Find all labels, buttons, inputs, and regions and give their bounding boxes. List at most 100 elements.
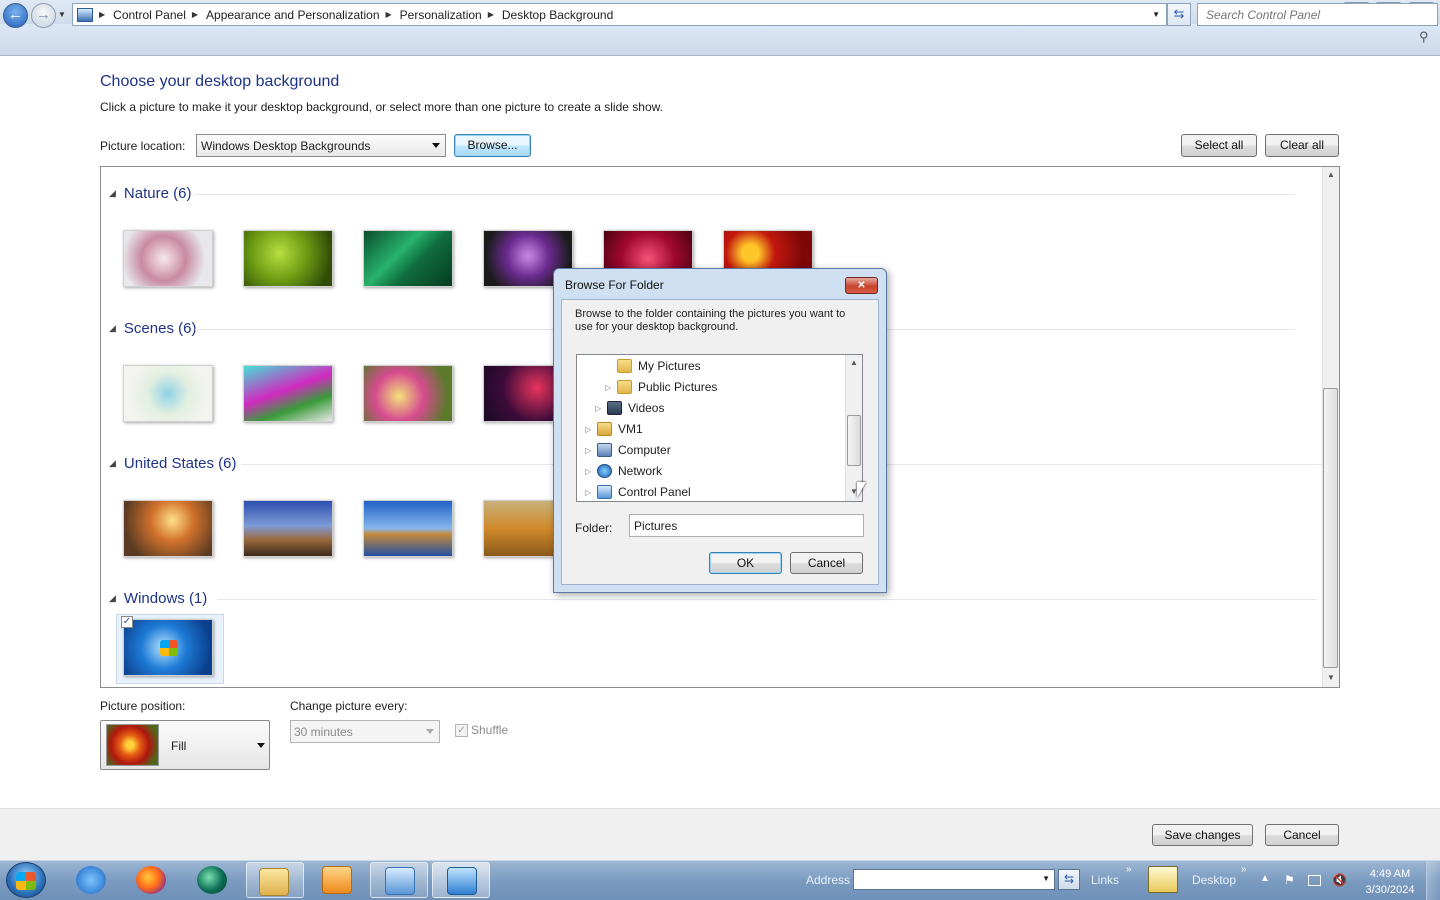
select-checkbox[interactable]: ✓ [121, 616, 133, 628]
group-label: United States (6) [123, 455, 237, 472]
back-button[interactable]: ← [3, 3, 28, 28]
dialog-cancel-button[interactable]: Cancel [790, 552, 863, 574]
thumbnail-us-3[interactable] [363, 500, 453, 557]
desktop-toolbar-label[interactable]: Desktop [1192, 873, 1236, 887]
expand-icon[interactable]: ▷ [585, 425, 597, 434]
taskbar-internet-explorer[interactable] [62, 862, 120, 898]
thumbnail-scenes-3[interactable] [363, 365, 453, 422]
folder-input[interactable]: Pictures [629, 514, 864, 537]
thumbnail-nature-2[interactable] [243, 230, 333, 287]
chevron-down-icon[interactable]: ▼ [1042, 874, 1050, 883]
taskbar-control-panel[interactable] [370, 862, 428, 898]
folder-icon [617, 380, 632, 394]
thumbnail-nature-1[interactable] [123, 230, 213, 287]
thumbnail-windows-1[interactable] [123, 619, 213, 676]
picture-location-select[interactable]: Windows Desktop Backgrounds [196, 134, 446, 157]
chevron-down-icon[interactable] [257, 743, 265, 748]
chevron-down-icon[interactable]: ▼ [1152, 10, 1160, 19]
address-bar[interactable]: ▶ Control Panel ▶ Appearance and Persona… [72, 3, 1167, 26]
collapse-icon: ◢ [109, 323, 116, 333]
browse-button[interactable]: Browse... [454, 134, 531, 157]
dialog-instructions: Browse to the folder containing the pict… [575, 308, 846, 333]
taskbar-go-button[interactable]: ⇆ [1058, 869, 1080, 890]
mouse-cursor-icon [857, 482, 866, 498]
links-toolbar-label[interactable]: Links [1091, 873, 1119, 887]
clock[interactable]: 4:49 AM 3/30/2024 [1364, 866, 1416, 898]
group-label: Windows (1) [123, 590, 208, 607]
change-interval-select[interactable]: 30 minutes [290, 720, 440, 743]
taskbar-media-player[interactable] [308, 862, 366, 898]
tree-item-my-pictures[interactable]: My Pictures [605, 356, 701, 376]
dialog-close-button[interactable]: ✕ [845, 277, 878, 294]
taskbar-app-3[interactable] [183, 862, 241, 898]
recent-pages-dropdown[interactable]: ▼ [58, 10, 66, 19]
chevron-right-icon[interactable]: ▶ [386, 10, 392, 19]
collapse-icon: ◢ [109, 188, 116, 198]
chevron-right-icon[interactable]: ▶ [99, 10, 105, 19]
taskbar-personalization[interactable] [432, 862, 490, 898]
thumbnail-scenes-1[interactable] [123, 365, 213, 422]
taskbar-address-input[interactable]: ▼ [853, 869, 1055, 890]
thumbnail-us-2[interactable] [243, 500, 333, 557]
group-label: Scenes (6) [123, 320, 197, 337]
show-hidden-icons[interactable]: ▲ [1260, 873, 1270, 884]
breadcrumb-control-panel[interactable]: Control Panel [113, 8, 186, 22]
expand-icon[interactable]: ▷ [585, 467, 597, 476]
group-header-windows[interactable]: ◢ Windows (1) [109, 590, 207, 607]
ok-button[interactable]: OK [709, 552, 782, 574]
search-input[interactable]: Search Control Panel [1197, 3, 1438, 26]
taskbar-firefox[interactable] [122, 862, 180, 898]
clear-all-button[interactable]: Clear all [1265, 134, 1339, 157]
select-all-button[interactable]: Select all [1181, 134, 1257, 157]
scroll-up-icon[interactable]: ▲ [850, 358, 858, 367]
breadcrumb-personalization[interactable]: Personalization [400, 8, 482, 22]
shuffle-checkbox[interactable]: ✓ [455, 724, 468, 737]
group-header-united-states[interactable]: ◢ United States (6) [109, 455, 236, 472]
group-header-nature[interactable]: ◢ Nature (6) [109, 185, 191, 202]
chevron-more-icon[interactable]: » [1241, 864, 1247, 875]
thumbnail-us-1[interactable] [123, 500, 213, 557]
taskbar-explorer[interactable] [246, 862, 304, 898]
thumbnail-nature-3[interactable] [363, 230, 453, 287]
taskbar-notepad-icon[interactable] [1148, 866, 1178, 893]
expand-icon[interactable]: ▷ [585, 488, 597, 497]
control-panel-icon [597, 485, 612, 499]
breadcrumb-appearance[interactable]: Appearance and Personalization [206, 8, 379, 22]
tree-item-control-panel[interactable]: ▷ Control Panel [585, 482, 691, 501]
network-tray-icon[interactable] [1308, 875, 1321, 886]
tree-item-videos[interactable]: ▷ Videos [595, 398, 664, 418]
tree-item-computer[interactable]: ▷ Computer [585, 440, 671, 460]
expand-icon[interactable]: ▷ [605, 383, 617, 392]
breadcrumb-desktop-background[interactable]: Desktop Background [502, 8, 613, 22]
tree-item-public-pictures[interactable]: ▷ Public Pictures [605, 377, 717, 397]
refresh-icon: ⇆ [1173, 6, 1185, 21]
expand-icon[interactable]: ▷ [595, 404, 607, 413]
scroll-up-icon[interactable]: ▲ [1327, 170, 1335, 179]
scroll-down-icon[interactable]: ▼ [1327, 673, 1335, 682]
refresh-button[interactable]: ⇆ [1167, 3, 1191, 26]
search-icon[interactable]: ⚲ [1419, 29, 1429, 45]
chevron-right-icon[interactable]: ▶ [488, 10, 494, 19]
user-folder-icon [597, 422, 612, 436]
tree-scroll-thumb[interactable] [847, 415, 861, 466]
folder-tree[interactable]: My Pictures ▷ Public Pictures ▷ Videos ▷ VM… [576, 354, 863, 502]
volume-muted-icon[interactable]: 🔇 [1332, 873, 1347, 887]
tree-item-vm1[interactable]: ▷ VM1 [585, 419, 643, 439]
firefox-icon [136, 866, 166, 894]
picture-position-label: Picture position: [100, 699, 186, 713]
show-desktop-button[interactable] [1426, 861, 1440, 900]
forward-button[interactable]: → [31, 3, 56, 28]
folder-icon [617, 359, 632, 373]
group-header-scenes[interactable]: ◢ Scenes (6) [109, 320, 196, 337]
tree-label: Control Panel [618, 485, 691, 499]
expand-icon[interactable]: ▷ [585, 446, 597, 455]
picture-location-value: Windows Desktop Backgrounds [201, 139, 371, 153]
save-changes-button[interactable]: Save changes [1152, 824, 1253, 846]
gallery-scroll-thumb[interactable] [1323, 388, 1338, 668]
flag-icon[interactable]: ⚑ [1284, 873, 1298, 887]
chevron-right-icon[interactable]: ▶ [192, 10, 198, 19]
thumbnail-scenes-2[interactable] [243, 365, 333, 422]
cancel-button[interactable]: Cancel [1265, 824, 1339, 846]
tree-item-network[interactable]: ▷ Network [585, 461, 662, 481]
chevron-more-icon[interactable]: » [1126, 864, 1132, 875]
